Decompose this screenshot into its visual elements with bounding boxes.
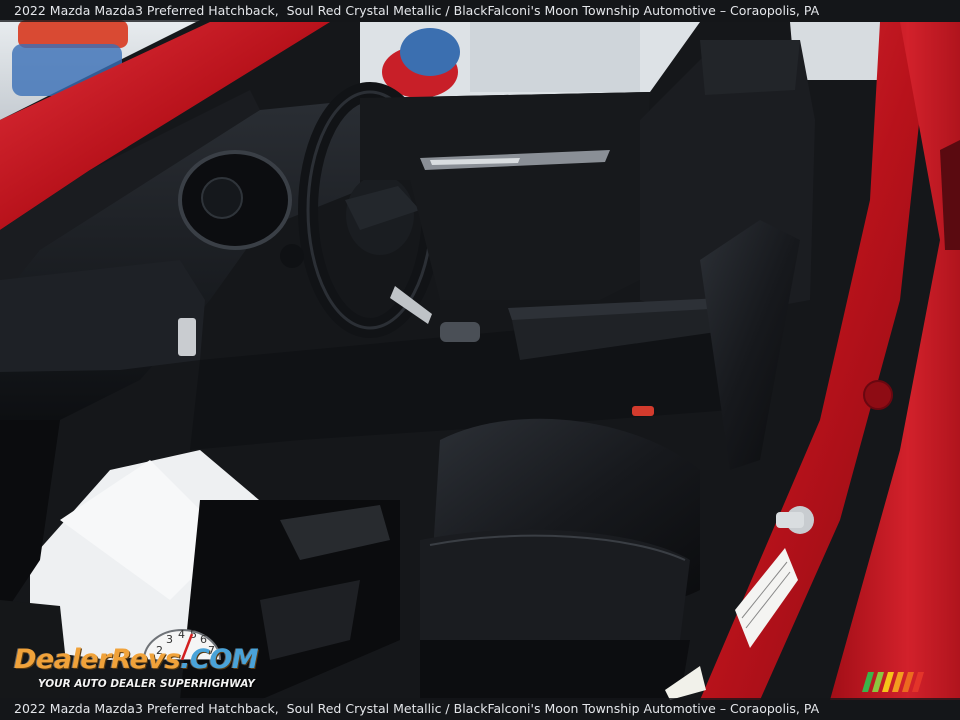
logo-text: DealerRevs bbox=[14, 644, 181, 675]
logo-domain: .COM bbox=[180, 644, 259, 675]
gauge-digit: 4 bbox=[178, 628, 185, 641]
dealerrevs-watermark: 2 3 4 5 6 7 DealerRevs.COM YOUR AUTO DEA… bbox=[12, 626, 272, 694]
dealer-location: Falconi's Moon Township Automotive – Cor… bbox=[487, 701, 820, 716]
caption-bar-bottom: 2022 Mazda Mazda3 Preferred Hatchback, S… bbox=[0, 698, 960, 720]
stripes-logo-icon bbox=[862, 672, 924, 692]
caption-bar-top: 2022 Mazda Mazda3 Preferred Hatchback, S… bbox=[0, 0, 960, 22]
color-trim: Soul Red Crystal Metallic / Black bbox=[286, 3, 488, 18]
car-interior-photo bbox=[0, 0, 960, 720]
color-trim: Soul Red Crystal Metallic / Black bbox=[286, 701, 488, 716]
dealer-location: Falconi's Moon Township Automotive – Cor… bbox=[487, 3, 820, 18]
vehicle-title: 2022 Mazda Mazda3 Preferred Hatchback, bbox=[14, 3, 279, 18]
dealerrevs-logo: DealerRevs.COM bbox=[14, 644, 259, 675]
vehicle-title: 2022 Mazda Mazda3 Preferred Hatchback, bbox=[14, 701, 279, 716]
dealerrevs-tagline: YOUR AUTO DEALER SUPERHIGHWAY bbox=[38, 678, 255, 690]
